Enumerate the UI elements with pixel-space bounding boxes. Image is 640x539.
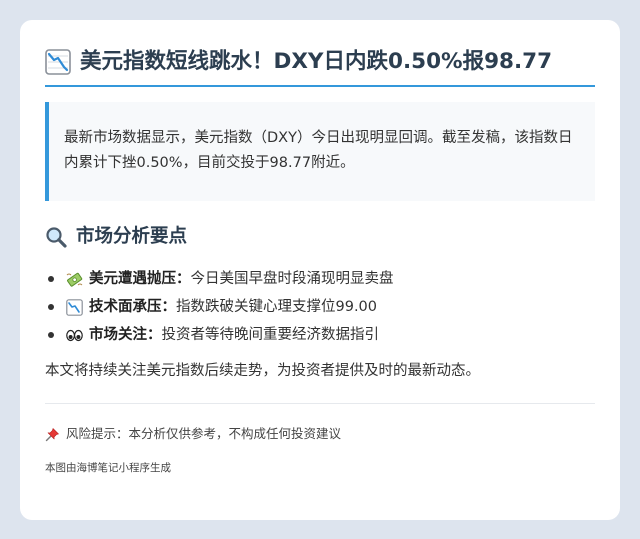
risk-notice: 风险提示：本分析仅供参考，不构成任何投资建议 (45, 425, 595, 443)
point-label: 市场关注： (89, 327, 162, 343)
magnifier-icon (46, 227, 67, 248)
point-label: 美元遭遇抛压： (89, 271, 191, 287)
summary-box: 最新市场数据显示，美元指数（DXY）今日出现明显回调。截至发稿，该指数日内累计下… (45, 102, 595, 201)
article-card: 美元指数短线跳水！DXY日内跌0.50%报98.77 最新市场数据显示，美元指数… (20, 20, 620, 520)
money-with-wings-icon (66, 272, 83, 287)
eyes-icon (66, 329, 83, 341)
risk-text: 风险提示：本分析仅供参考，不构成任何投资建议 (66, 426, 342, 441)
closing-paragraph: 本文将持续关注美元指数后续走势，为投资者提供及时的最新动态。 (45, 363, 480, 379)
list-item: 市场关注： 投资者等待晚间重要经济数据指引 (45, 321, 595, 349)
point-label: 技术面承压： (89, 299, 176, 315)
footer-credit: 本图由海博笔记小程序生成 (45, 462, 171, 474)
chart-decreasing-icon (66, 298, 83, 316)
article-title-text: 美元指数短线跳水！DXY日内跌0.50%报98.77 (80, 49, 553, 74)
point-text: 今日美国早盘时段涌现明显卖盘 (190, 271, 394, 287)
analysis-heading: 市场分析要点 (45, 223, 595, 251)
list-item: 技术面承压： 指数跌破关键心理支撑位99.00 (45, 293, 595, 321)
title-underline (45, 85, 595, 87)
pushpin-icon (45, 427, 59, 441)
analysis-points: 美元遭遇抛压： 今日美国早盘时段涌现明显卖盘 技术面承压： 指数跌破关键心理支撑… (45, 265, 595, 349)
point-text: 指数跌破关键心理支撑位99.00 (176, 299, 378, 315)
point-text: 投资者等待晚间重要经济数据指引 (161, 327, 380, 343)
divider (45, 403, 595, 404)
analysis-heading-text: 市场分析要点 (76, 226, 188, 247)
article-title: 美元指数短线跳水！DXY日内跌0.50%报98.77 (45, 47, 595, 77)
chart-decreasing-icon (45, 49, 71, 75)
list-item: 美元遭遇抛压： 今日美国早盘时段涌现明显卖盘 (45, 265, 595, 293)
